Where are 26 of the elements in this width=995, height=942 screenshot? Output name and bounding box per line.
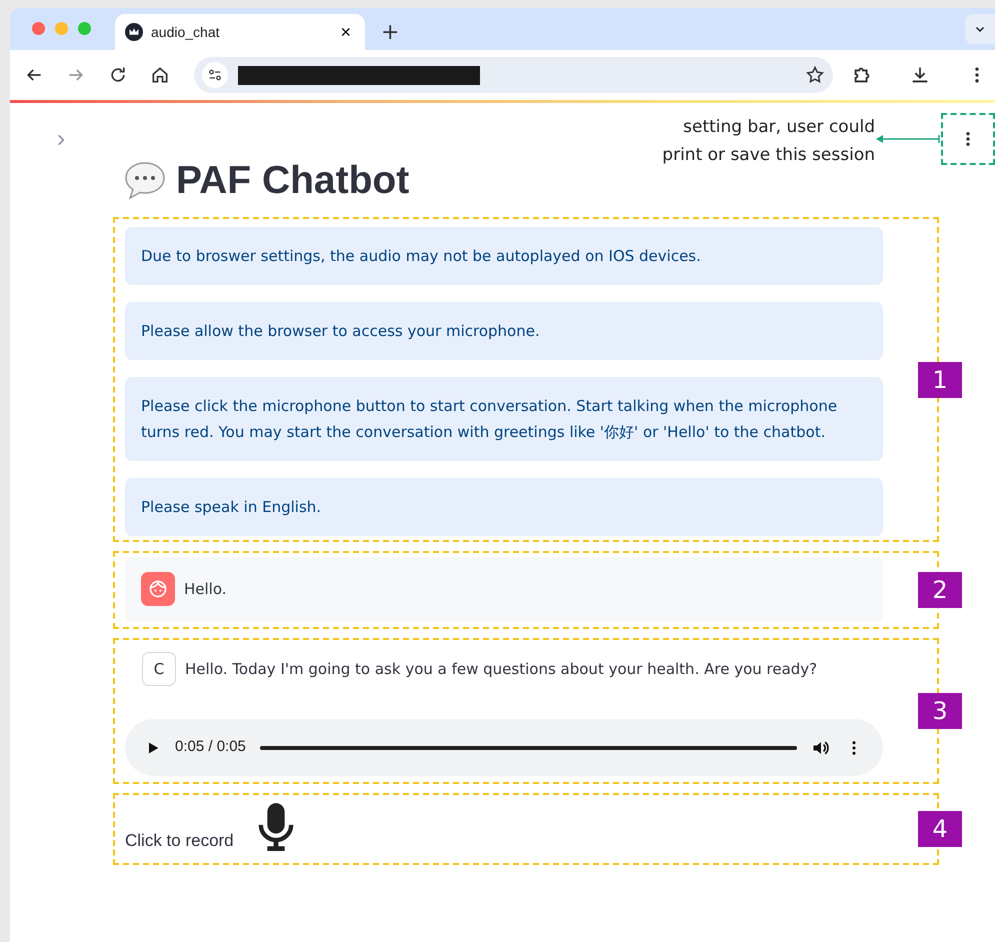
info-message: Please speak in English. xyxy=(125,478,883,536)
info-message: Please click the microphone button to start conversation. Start talking when the microphone turns red. You may start the conversation with greetings like '你好' or 'Hello' to the chatbot. xyxy=(125,377,883,461)
info-message: Due to broswer settings, the audio may not be autoplayed on IOS devices. xyxy=(125,227,883,285)
user-avatar xyxy=(141,572,175,606)
tab-title: audio_chat xyxy=(151,22,220,42)
assistant-avatar: C xyxy=(142,652,176,686)
close-tab-button[interactable]: × xyxy=(336,23,355,41)
progress-bar[interactable] xyxy=(260,746,797,750)
message-text: Hello. Today I'm going to ask you a few questions about your health. Are you ready? xyxy=(185,658,818,680)
message-text: Hello. xyxy=(184,578,227,600)
record-label: Click to record xyxy=(125,830,234,852)
app-title: PAF Chatbot xyxy=(176,158,410,204)
number-label: 4 xyxy=(918,811,962,847)
info-message: Please allow the browser to access your microphone. xyxy=(125,302,883,360)
new-tab-button[interactable]: + xyxy=(375,20,406,46)
speech-bubble-icon xyxy=(124,161,166,201)
number-label: 1 xyxy=(918,362,962,398)
crown-icon xyxy=(125,23,143,41)
annotation-text: setting bar, user could print or save this session xyxy=(661,116,875,167)
star-icon[interactable] xyxy=(805,65,825,85)
time-display: 0:05 / 0:05 xyxy=(175,737,246,758)
number-label: 3 xyxy=(918,693,962,729)
address-bar[interactable] xyxy=(194,57,833,93)
browser-tab[interactable]: audio_chat × xyxy=(115,14,365,50)
number-label: 2 xyxy=(918,572,962,608)
site-settings-icon[interactable] xyxy=(202,62,228,88)
